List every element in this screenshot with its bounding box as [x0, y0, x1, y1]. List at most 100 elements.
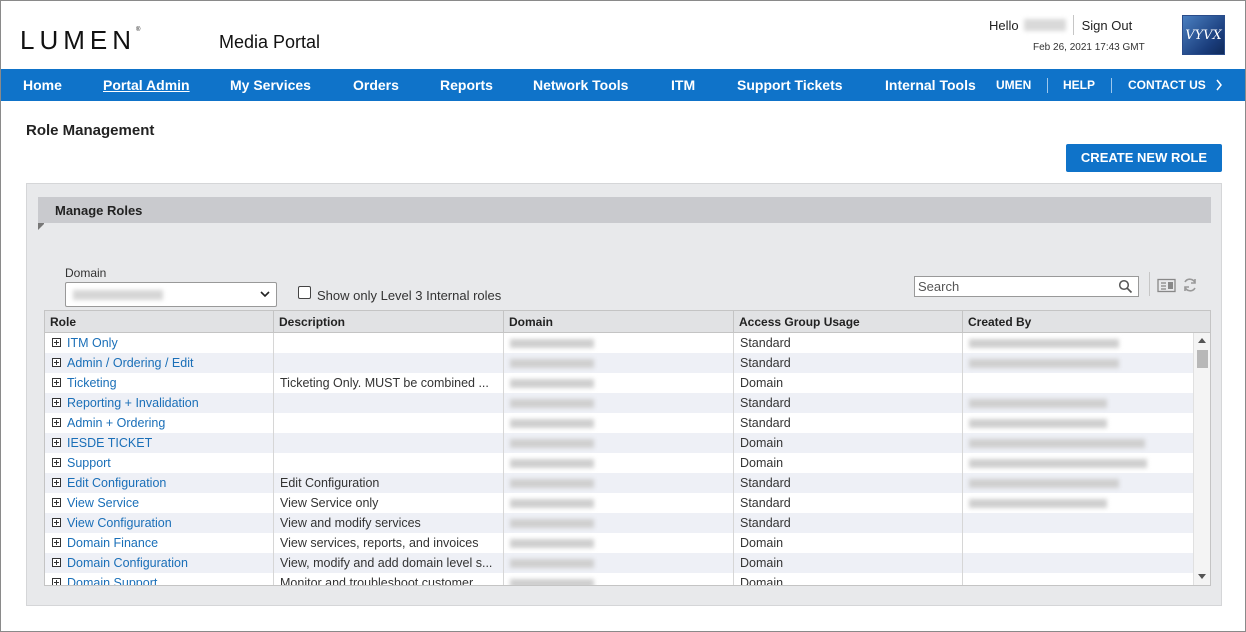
description-cell: [274, 433, 504, 453]
create-new-role-button[interactable]: CREATE NEW ROLE: [1066, 144, 1222, 172]
domain-value-redacted: [510, 459, 594, 469]
role-link[interactable]: IESDE TICKET: [67, 436, 152, 450]
description-cell: Edit Configuration: [274, 473, 504, 493]
role-cell: Domain Finance: [45, 533, 274, 553]
lumen-logo[interactable]: LUMEN®: [20, 25, 140, 56]
column-header-access-group-usage[interactable]: Access Group Usage: [734, 311, 963, 333]
column-header-description[interactable]: Description: [274, 311, 504, 333]
role-link[interactable]: Admin / Ordering / Edit: [67, 356, 193, 370]
nav-orders[interactable]: Orders: [353, 69, 399, 101]
created-by-cell: [963, 393, 1193, 413]
access-group-cell: Standard: [734, 493, 963, 513]
domain-value-redacted: [510, 559, 594, 569]
export-icon[interactable]: [1157, 278, 1177, 293]
created-by-cell: [963, 333, 1193, 353]
scroll-up-icon[interactable]: [1198, 338, 1206, 343]
table-row[interactable]: View Service View Service only Standard: [45, 493, 1193, 513]
description-cell: Monitor and troubleshoot customer...: [274, 573, 504, 585]
nav-itm[interactable]: ITM: [671, 69, 695, 101]
domain-cell: [504, 513, 734, 533]
scroll-down-icon[interactable]: [1198, 574, 1206, 579]
nav-contact-us[interactable]: CONTACT US: [1128, 69, 1206, 101]
role-cell: Edit Configuration: [45, 473, 274, 493]
access-group-cell: Domain: [734, 533, 963, 553]
domain-value-redacted: [510, 359, 594, 369]
grid-body: ITM Only Standard Admin / Ordering / Edit S…: [45, 333, 1193, 585]
toolbar-divider: [1149, 272, 1150, 296]
nav-help[interactable]: HELP: [1063, 69, 1095, 101]
table-row[interactable]: Admin + Ordering Standard: [45, 413, 1193, 433]
domain-label: Domain: [65, 266, 107, 280]
role-link[interactable]: ITM Only: [67, 336, 118, 350]
user-name-redacted: [1023, 19, 1066, 31]
table-row[interactable]: Reporting + Invalidation Standard: [45, 393, 1193, 413]
table-row[interactable]: Ticketing Ticketing Only. MUST be combine…: [45, 373, 1193, 393]
role-link[interactable]: Domain Support: [67, 576, 157, 585]
table-row[interactable]: Domain Finance View services, reports, an…: [45, 533, 1193, 553]
domain-value-redacted: [510, 519, 594, 529]
role-cell: Admin / Ordering / Edit: [45, 353, 274, 373]
role-link[interactable]: Domain Configuration: [67, 556, 188, 570]
table-row[interactable]: Domain Configuration View, modify and add…: [45, 553, 1193, 573]
nav-home[interactable]: Home: [23, 69, 62, 101]
table-row[interactable]: Edit Configuration Edit Configuration Stan…: [45, 473, 1193, 493]
domain-value-redacted: [510, 499, 594, 509]
role-link[interactable]: Support: [67, 456, 111, 470]
search-field[interactable]: [914, 276, 1139, 297]
created-by-cell: [963, 553, 1193, 573]
grid-header: Role Description Domain Access Group Usa…: [45, 311, 1210, 333]
table-row[interactable]: Domain Support Monitor and troubleshoot c…: [45, 573, 1193, 585]
vyvx-logo-text: VYVX: [1185, 27, 1222, 43]
description-cell: View services, reports, and invoices: [274, 533, 504, 553]
nav-internal-tools[interactable]: Internal Tools: [885, 69, 976, 101]
table-row[interactable]: IESDE TICKET Domain: [45, 433, 1193, 453]
role-link[interactable]: View Configuration: [67, 516, 172, 530]
nav-my-services[interactable]: My Services: [230, 69, 311, 101]
created-by-redacted: [969, 459, 1147, 469]
chevron-right-icon[interactable]: [1215, 69, 1223, 101]
description-cell: Ticketing Only. MUST be combined ...: [274, 373, 504, 393]
domain-value-redacted: [510, 339, 594, 349]
role-link[interactable]: Admin + Ordering: [67, 416, 165, 430]
sign-out-link[interactable]: Sign Out: [1082, 18, 1133, 33]
created-by-redacted: [969, 499, 1107, 509]
domain-value-redacted: [510, 579, 594, 585]
table-row[interactable]: Support Domain: [45, 453, 1193, 473]
nav-network-tools[interactable]: Network Tools: [533, 69, 628, 101]
role-cell: IESDE TICKET: [45, 433, 274, 453]
column-header-created-by[interactable]: Created By: [963, 311, 1210, 333]
internal-roles-checkbox[interactable]: [298, 286, 311, 299]
table-row[interactable]: Admin / Ordering / Edit Standard: [45, 353, 1193, 373]
search-input[interactable]: [915, 277, 1105, 296]
role-link[interactable]: Ticketing: [67, 376, 117, 390]
column-header-role[interactable]: Role: [45, 311, 274, 333]
description-cell: [274, 353, 504, 373]
scroll-thumb[interactable]: [1197, 350, 1208, 368]
description-cell: View, modify and add domain level s...: [274, 553, 504, 573]
column-header-domain[interactable]: Domain: [504, 311, 734, 333]
role-link[interactable]: Edit Configuration: [67, 476, 166, 490]
role-link[interactable]: Domain Finance: [67, 536, 158, 550]
created-by-cell: [963, 353, 1193, 373]
table-row[interactable]: View Configuration View and modify servic…: [45, 513, 1193, 533]
nav-reports[interactable]: Reports: [440, 69, 493, 101]
description-cell: View Service only: [274, 493, 504, 513]
refresh-icon[interactable]: [1182, 277, 1198, 293]
role-cell: Admin + Ordering: [45, 413, 274, 433]
search-icon[interactable]: [1118, 279, 1133, 294]
role-link[interactable]: Reporting + Invalidation: [67, 396, 199, 410]
created-by-redacted: [969, 419, 1107, 429]
table-row[interactable]: ITM Only Standard: [45, 333, 1193, 353]
internal-roles-checkbox-label: Show only Level 3 Internal roles: [317, 288, 502, 303]
main-navbar: Home Portal Admin My Services Orders Rep…: [1, 69, 1245, 101]
grid-scrollbar[interactable]: [1193, 333, 1210, 585]
access-group-cell: Domain: [734, 553, 963, 573]
nav-portal-admin[interactable]: Portal Admin: [103, 69, 190, 101]
domain-select[interactable]: [65, 282, 277, 307]
nav-umen[interactable]: UMEN: [996, 69, 1031, 101]
nav-support-tickets[interactable]: Support Tickets: [737, 69, 843, 101]
roles-grid: Role Description Domain Access Group Usa…: [44, 310, 1211, 586]
created-by-cell: [963, 453, 1193, 473]
role-cell: Domain Support: [45, 573, 274, 585]
role-link[interactable]: View Service: [67, 496, 139, 510]
